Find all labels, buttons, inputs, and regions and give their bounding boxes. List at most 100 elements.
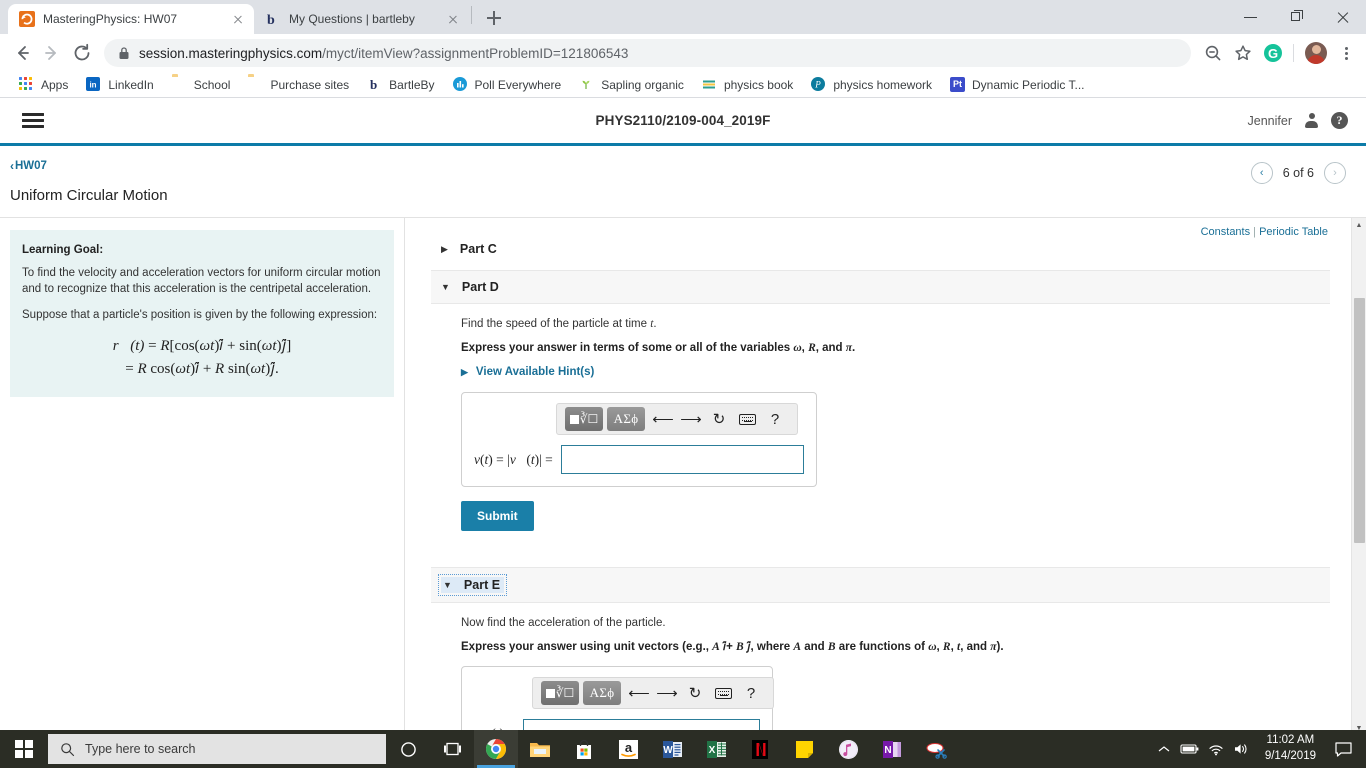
file-explorer-icon[interactable] <box>518 730 562 768</box>
bookmark-poll-everywhere[interactable]: Poll Everywhere <box>444 74 571 96</box>
tray-expand-chevron-icon[interactable] <box>1151 730 1177 768</box>
part-header-c[interactable]: ▶ Part C <box>431 242 1330 256</box>
scrollbar-thumb[interactable] <box>1354 298 1365 543</box>
zoom-out-icon[interactable] <box>1199 39 1227 67</box>
microsoft-store-icon[interactable] <box>562 730 606 768</box>
word-icon[interactable]: W <box>650 730 694 768</box>
bookmark-physics-book[interactable]: physics book <box>693 74 802 96</box>
undo-arrow-icon[interactable]: ⟵ <box>649 407 677 431</box>
svg-text:X: X <box>708 745 715 756</box>
mastering-header: PHYS2110/2109-004_2019F Jennifer ? <box>0 98 1366 143</box>
breadcrumb[interactable]: ‹ HW07 <box>10 160 47 172</box>
itunes-icon[interactable] <box>826 730 870 768</box>
scroll-down-arrow[interactable]: ▼ <box>1352 721 1366 730</box>
part-header-e[interactable]: ▼ Part E <box>431 567 1330 603</box>
bookmark-label: Sapling organic <box>601 77 684 92</box>
greek-symbols-button[interactable]: ΑΣϕ <box>583 681 621 705</box>
math-help-icon[interactable]: ? <box>761 407 789 431</box>
part-header-d[interactable]: ▼ Part D <box>431 270 1330 304</box>
keyboard-icon[interactable] <box>709 681 737 705</box>
sticky-notes-icon[interactable] <box>782 730 826 768</box>
reload-button[interactable] <box>68 39 96 67</box>
content-scrollbar[interactable]: ▲ ▼ <box>1351 218 1366 730</box>
forward-button[interactable] <box>38 39 66 67</box>
close-icon[interactable] <box>230 11 246 27</box>
help-icon[interactable]: ? <box>1331 112 1348 129</box>
bookmark-linkedin[interactable]: in LinkedIn <box>77 74 162 96</box>
bookmark-bartleby[interactable]: b BartleBy <box>358 74 443 96</box>
linkedin-icon: in <box>86 76 102 93</box>
search-input[interactable]: Type here to search <box>48 734 386 764</box>
part-body-d: Find the speed of the particle at time t… <box>431 304 1330 531</box>
next-problem-button[interactable]: › <box>1324 162 1346 184</box>
volume-icon[interactable] <box>1229 730 1255 768</box>
close-icon[interactable] <box>445 11 461 27</box>
address-bar-text: session.masteringphysics.com/myct/itemVi… <box>139 45 629 61</box>
tab-masteringphysics[interactable]: MasteringPhysics: HW07 <box>8 4 254 34</box>
sapling-icon <box>579 77 595 93</box>
chevron-right-icon: ▶ <box>441 243 448 254</box>
netflix-icon[interactable] <box>738 730 782 768</box>
bookmark-purchase-sites[interactable]: Purchase sites <box>239 74 358 96</box>
grammarly-extension-icon[interactable]: G <box>1259 39 1287 67</box>
svg-text:in: in <box>90 80 97 89</box>
part-header-selection: ▼ Part E <box>437 574 508 596</box>
math-help-icon[interactable]: ? <box>737 681 765 705</box>
chrome-icon[interactable] <box>474 730 518 768</box>
task-view-icon[interactable] <box>430 730 474 768</box>
keyboard-icon[interactable] <box>733 407 761 431</box>
svg-text:a: a <box>624 740 632 755</box>
amazon-icon[interactable]: a <box>606 730 650 768</box>
periodic-table-link[interactable]: Periodic Table <box>1259 226 1328 238</box>
bookmark-sapling-organic[interactable]: Sapling organic <box>570 74 693 96</box>
submit-button-d[interactable]: Submit <box>461 501 534 531</box>
snipping-tool-icon[interactable] <box>914 730 958 768</box>
three-dot-menu-icon[interactable] <box>1334 39 1358 67</box>
bookmark-apps[interactable]: Apps <box>10 74 77 96</box>
answer-input-d[interactable] <box>560 445 804 474</box>
avatar[interactable] <box>1305 42 1327 64</box>
template-radical-icon[interactable]: ∛☐ <box>565 407 603 431</box>
redo-arrow-icon[interactable]: ⟶ <box>677 407 705 431</box>
constants-link[interactable]: Constants <box>1201 226 1251 238</box>
tab-bartleby[interactable]: b My Questions | bartleby <box>254 4 469 34</box>
reset-icon[interactable]: ↻ <box>705 407 733 431</box>
scroll-up-arrow[interactable]: ▲ <box>1352 218 1366 233</box>
undo-arrow-icon[interactable]: ⟵ <box>625 681 653 705</box>
greek-symbols-button[interactable]: ΑΣϕ <box>607 407 645 431</box>
star-icon[interactable] <box>1229 39 1257 67</box>
view-hints-link-d[interactable]: ▶ View Available Hint(s) <box>461 366 1330 378</box>
bookmark-physics-homework[interactable]: P physics homework <box>802 74 941 96</box>
search-icon <box>61 742 75 756</box>
back-button[interactable] <box>8 39 36 67</box>
tab-strip: MasteringPhysics: HW07 b My Questions | … <box>0 0 1366 34</box>
battery-icon[interactable] <box>1177 730 1203 768</box>
cortana-circle-icon[interactable] <box>386 730 430 768</box>
wifi-icon[interactable] <box>1203 730 1229 768</box>
parts-list: ▶ Part C ▼ Part D Find the speed of the … <box>405 238 1366 730</box>
prev-problem-button[interactable]: ‹ <box>1250 162 1273 184</box>
redo-arrow-icon[interactable]: ⟶ <box>653 681 681 705</box>
bookmark-school[interactable]: School <box>163 74 240 96</box>
close-window-button[interactable] <box>1320 0 1366 34</box>
answer-box-e: ∛☐ ΑΣϕ ⟵ ⟶ ↻ ? a⃗(t) = <box>461 666 774 730</box>
breadcrumb-label: HW07 <box>15 160 47 172</box>
template-radical-icon[interactable]: ∛☐ <box>541 681 579 705</box>
answer-input-e[interactable] <box>523 719 760 730</box>
clock[interactable]: 11:02 AM 9/14/2019 <box>1255 733 1326 764</box>
minimize-button[interactable] <box>1228 0 1274 34</box>
new-tab-button[interactable] <box>480 4 508 32</box>
maximize-button[interactable] <box>1274 0 1320 34</box>
excel-icon[interactable]: X <box>694 730 738 768</box>
action-center-icon[interactable] <box>1326 730 1360 768</box>
reset-icon[interactable]: ↻ <box>681 681 709 705</box>
part-instruction: Express your answer using unit vectors (… <box>461 641 1004 653</box>
windows-start-icon[interactable] <box>0 730 48 768</box>
chevron-right-icon: ▶ <box>461 366 468 377</box>
bookmark-dynamic-periodic-table[interactable]: Pt Dynamic Periodic T... <box>941 74 1093 96</box>
person-icon[interactable] <box>1304 113 1319 128</box>
onenote-icon[interactable]: N <box>870 730 914 768</box>
address-bar[interactable]: session.masteringphysics.com/myct/itemVi… <box>104 39 1191 67</box>
link-separator: | <box>1253 226 1257 238</box>
bookmark-label: Dynamic Periodic T... <box>972 77 1085 92</box>
